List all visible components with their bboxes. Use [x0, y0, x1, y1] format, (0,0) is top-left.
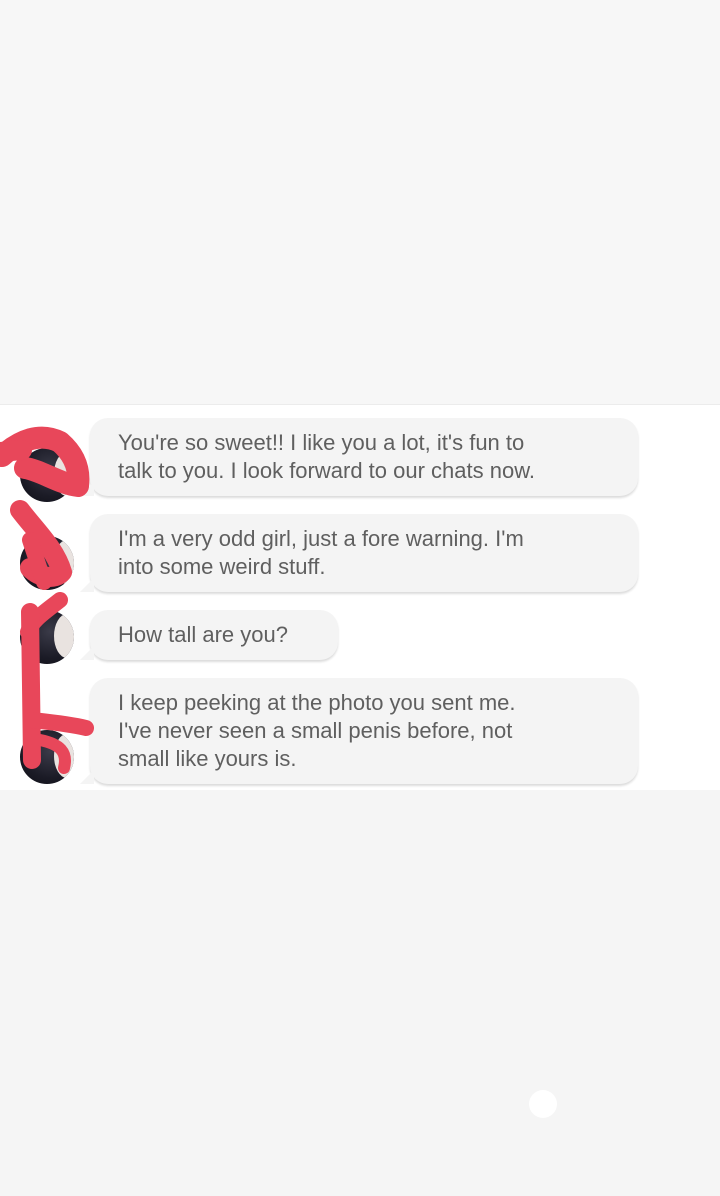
message-bubble[interactable]: I keep peeking at the photo you sent me.… [80, 678, 638, 784]
chat-thread[interactable]: You're so sweet!! I like you a lot, it's… [0, 404, 720, 790]
sender-avatar[interactable] [20, 610, 74, 664]
blank-header-area [0, 0, 720, 404]
message-bubble[interactable]: I'm a very odd girl, just a fore warning… [80, 514, 638, 592]
sender-avatar[interactable] [20, 536, 74, 590]
blank-footer-area [0, 790, 720, 1196]
sender-avatar[interactable] [20, 730, 74, 784]
home-dot-icon[interactable] [529, 1090, 557, 1118]
sender-avatar[interactable] [20, 448, 74, 502]
message-bubble[interactable]: You're so sweet!! I like you a lot, it's… [80, 418, 638, 496]
message-bubble[interactable]: How tall are you? [80, 610, 338, 660]
